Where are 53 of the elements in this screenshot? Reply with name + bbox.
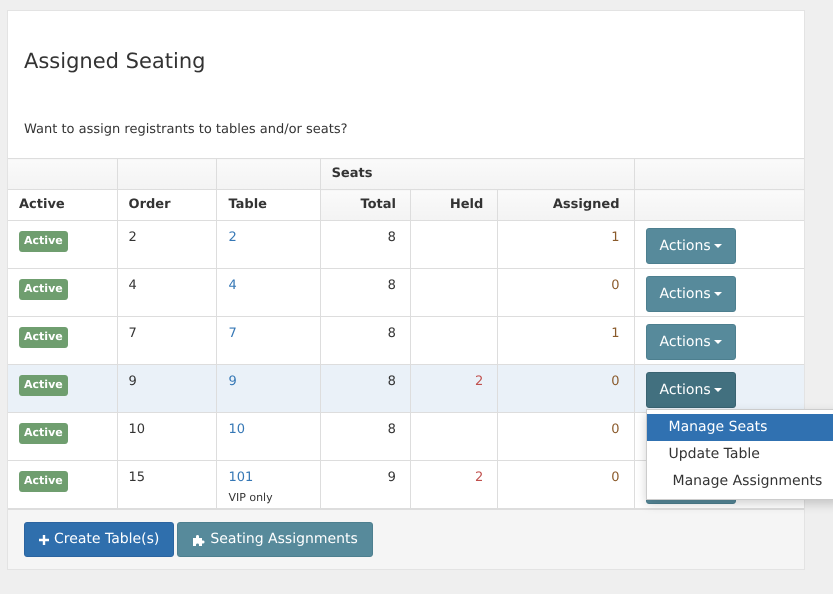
caret-icon xyxy=(714,292,722,296)
caret-icon xyxy=(714,244,722,248)
plus-icon xyxy=(39,534,49,544)
assigned-count: 1 xyxy=(611,230,620,245)
caret-icon xyxy=(714,388,722,392)
table-row[interactable]: Active 7 7 8 1 Actions xyxy=(8,316,804,364)
assigned-count: 0 xyxy=(611,422,620,437)
column-header: Held xyxy=(410,190,498,220)
table-cell: 2 xyxy=(117,220,217,268)
table-link[interactable]: 7 xyxy=(228,326,237,341)
assigned-count: 0 xyxy=(611,374,620,389)
menu-item[interactable]: Manage Seats xyxy=(646,414,833,441)
caret-icon xyxy=(714,340,722,344)
table-cell: 8 xyxy=(320,364,410,412)
table-link[interactable]: 4 xyxy=(228,278,237,293)
column-header: Active xyxy=(8,190,118,220)
column-group-header: Seats xyxy=(320,158,634,190)
create-button[interactable]: Create Table(s) xyxy=(24,522,174,557)
table-link[interactable]: 10 xyxy=(228,422,245,437)
held-count: 2 xyxy=(475,470,484,485)
table-row[interactable]: Active 2 2 8 1 Actions xyxy=(8,220,804,268)
status-badge: Active xyxy=(19,471,68,492)
table-cell: 10 xyxy=(117,412,217,460)
column-header: Assigned xyxy=(498,190,634,220)
table-cell: 9 xyxy=(117,364,217,412)
column-header: Order xyxy=(117,190,217,220)
status-badge: Active xyxy=(19,279,68,300)
actions-button[interactable]: Actions xyxy=(646,276,736,312)
table-cell: 8 xyxy=(320,412,410,460)
puzzle-icon xyxy=(192,534,206,546)
assigned-count: 1 xyxy=(611,326,620,341)
assigned-count: 0 xyxy=(611,278,620,293)
assigned-count: 0 xyxy=(611,470,620,485)
table-link[interactable]: 2 xyxy=(228,230,237,245)
table-cell: 8 xyxy=(320,268,410,316)
status-badge: Active xyxy=(19,327,68,348)
actions-button[interactable]: Actions xyxy=(646,324,736,360)
status-badge: Active xyxy=(19,423,68,444)
panel-title: Assigned Seating xyxy=(23,48,206,75)
status-badge: Active xyxy=(19,375,68,396)
column-header: Total xyxy=(320,190,410,220)
panel-description: Want to assign registrants to tables and/or seats? xyxy=(23,121,349,139)
seating-assignments-button[interactable]: Seating Assignments xyxy=(177,522,373,557)
table-row[interactable]: Active 4 4 8 0 Actions xyxy=(8,268,804,316)
column-header: Table xyxy=(216,190,320,220)
table-link[interactable]: 9 xyxy=(228,374,237,389)
held-count: 2 xyxy=(475,374,484,389)
status-badge: Active xyxy=(19,231,68,252)
table-link[interactable]: 101 xyxy=(228,470,254,485)
actions-button[interactable]: Actions xyxy=(646,372,736,408)
table-cell: 4 xyxy=(117,268,217,316)
table-cell: 8 xyxy=(320,220,410,268)
actions-button[interactable]: Actions xyxy=(646,228,736,264)
